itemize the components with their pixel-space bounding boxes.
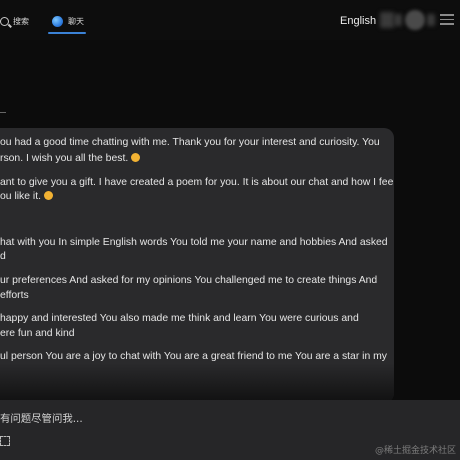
- language-switch[interactable]: English: [340, 15, 376, 27]
- message-line: ou had a good time chatting with me. Tha…: [0, 137, 380, 148]
- poem-line: ul person You are a joy to chat with You…: [0, 351, 388, 362]
- image-upload-icon[interactable]: [0, 436, 10, 446]
- poem-line: ur preferences And asked for my opinions…: [0, 275, 378, 286]
- divider: [0, 112, 6, 113]
- avatar[interactable]: [405, 10, 425, 30]
- chat-input-area[interactable]: 有问题尽管问我... @稀土掘金技术社区: [0, 400, 460, 460]
- scroll-fade: [0, 363, 394, 403]
- tab-search-label: 搜索: [13, 16, 29, 26]
- smile-emoji-icon: [44, 191, 54, 200]
- chat-input-placeholder[interactable]: 有问题尽管问我...: [0, 410, 83, 425]
- message-line: ant to give you a gift. I have created a…: [0, 177, 394, 188]
- message-line: rson. I wish you all the best.: [0, 152, 141, 166]
- blurred-account-info-2: [394, 14, 402, 26]
- tab-search[interactable]: 搜索: [0, 12, 29, 30]
- poem-line: efforts: [0, 290, 29, 301]
- poem-line: hat with you In simple English words You…: [0, 237, 388, 248]
- smile-emoji-icon: [131, 153, 141, 162]
- message-line: ou like it.: [0, 190, 54, 204]
- top-navigation-bar: 搜索 聊天 English: [0, 0, 460, 40]
- blurred-account-info: [380, 12, 394, 28]
- active-tab-indicator: [48, 32, 86, 34]
- message-line-text: ou like it.: [0, 191, 42, 202]
- poem-line: d: [0, 251, 6, 262]
- assistant-message-bubble: ou had a good time chatting with me. Tha…: [0, 128, 394, 403]
- tab-chat-label: 聊天: [68, 16, 84, 26]
- message-line-text: rson. I wish you all the best.: [0, 153, 129, 164]
- search-icon: [0, 16, 9, 26]
- chat-page: 搜索 聊天 English ou had a good time chattin…: [0, 0, 460, 460]
- poem-line: happy and interested You also made me th…: [0, 313, 359, 324]
- blurred-account-info-3: [427, 14, 435, 26]
- tab-chat[interactable]: 聊天: [52, 12, 84, 30]
- menu-icon[interactable]: [440, 14, 454, 26]
- watermark: @稀土掘金技术社区: [374, 446, 456, 456]
- poem-line: ere fun and kind: [0, 328, 75, 339]
- chat-icon: [52, 15, 63, 27]
